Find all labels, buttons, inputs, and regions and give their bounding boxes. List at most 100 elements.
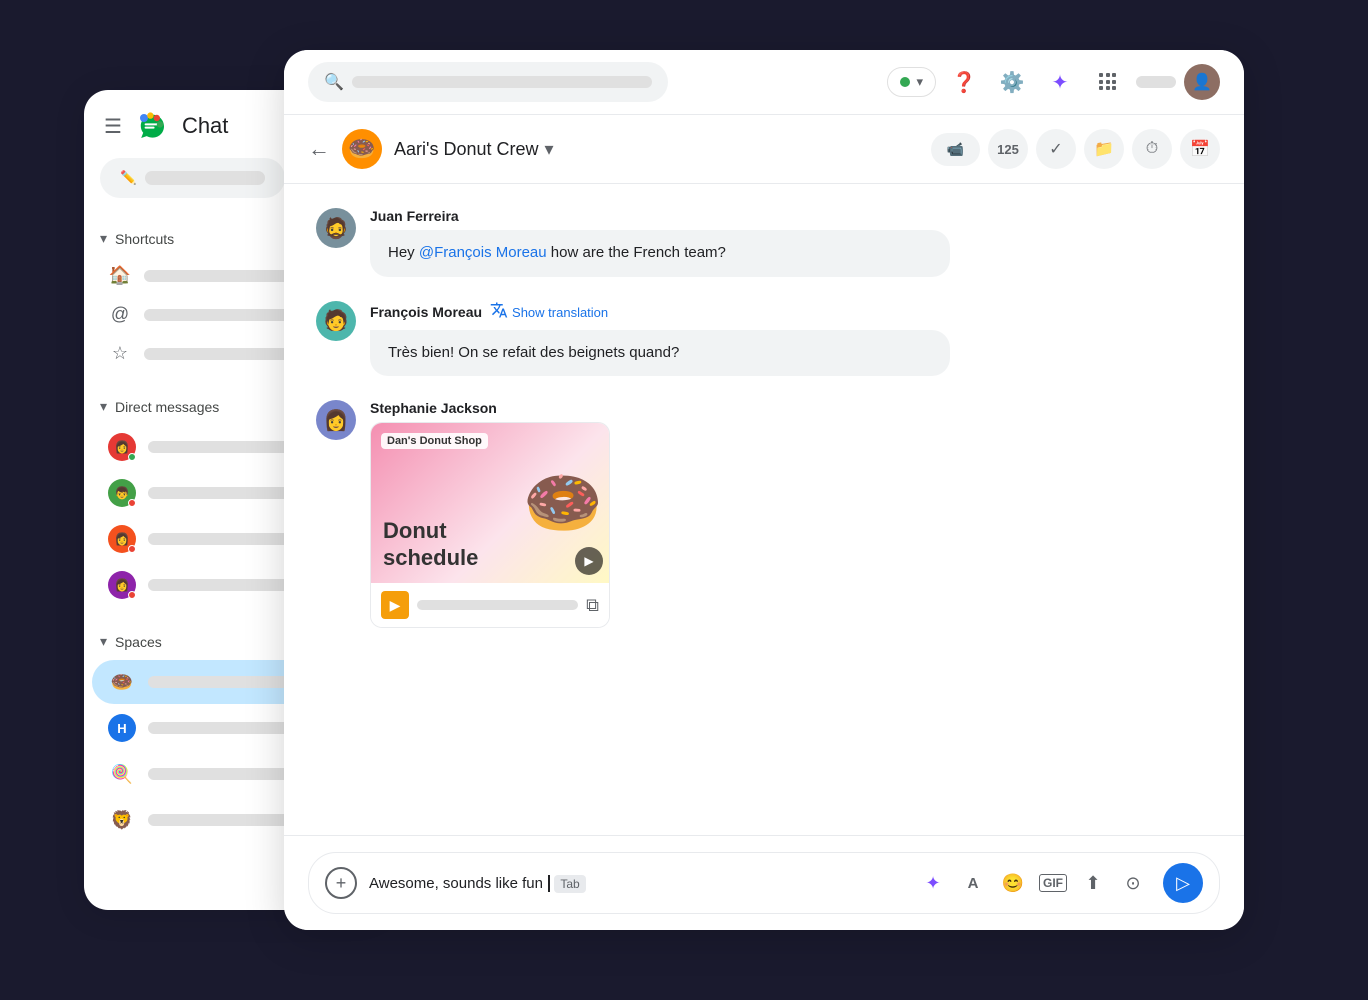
juan-sender-row: Juan Ferreira: [370, 208, 1212, 224]
video-call-button[interactable]: 📹: [931, 133, 980, 166]
stephanie-sender-row: Stephanie Jackson: [370, 400, 1212, 416]
chevron-down-icon: ▾: [916, 74, 923, 90]
format-text-button[interactable]: A: [955, 865, 991, 901]
more-options-button[interactable]: ⊙: [1115, 865, 1151, 901]
video-overlay-icon: ▶: [575, 547, 603, 575]
user-profile-avatar[interactable]: 👤: [1184, 64, 1220, 100]
messages-area: 🧔 Juan Ferreira Hey @François Moreau how…: [284, 184, 1244, 835]
francois-sender-name: François Moreau: [370, 304, 482, 320]
message-input[interactable]: Awesome, sounds like fun Tab: [369, 875, 903, 892]
upload-button[interactable]: ⬆: [1075, 865, 1111, 901]
donut-emoji-visual: 🍩: [523, 466, 603, 541]
ai-assist-button[interactable]: ✦: [915, 865, 951, 901]
spaces-title: Spaces: [115, 634, 162, 650]
card-title-line2: schedule: [383, 545, 478, 570]
gif-button[interactable]: GIF: [1035, 865, 1071, 901]
francois-message-content: François Moreau Show translation Très bi…: [370, 301, 1212, 377]
more-options-icon: ⊙: [1125, 873, 1140, 894]
back-button[interactable]: ←: [308, 136, 330, 162]
juan-sender-name: Juan Ferreira: [370, 208, 459, 224]
show-translation-button[interactable]: Show translation: [490, 301, 608, 324]
input-wrapper: + Awesome, sounds like fun Tab ✦ A 😊 GIF: [308, 852, 1220, 914]
help-icon: ❓: [952, 70, 977, 95]
search-box[interactable]: 🔍: [308, 62, 668, 102]
stephanie-sender-name: Stephanie Jackson: [370, 400, 497, 416]
card-play-icon[interactable]: ▶: [381, 591, 409, 619]
video-icon: 📹: [947, 141, 964, 158]
tasks-icon: ✓: [1049, 139, 1062, 159]
francois-message-bubble: Très bien! On se refait des beignets qua…: [370, 330, 950, 377]
card-footer: ▶ ⧉: [371, 583, 609, 627]
settings-button[interactable]: ⚙️: [992, 62, 1032, 102]
new-chat-icon: ✏️: [120, 170, 137, 186]
stephanie-message-content: Stephanie Jackson Dan's Donut Shop Donut…: [370, 400, 1212, 628]
members-icon: 125: [997, 142, 1019, 157]
juan-avatar: 🧔: [316, 208, 356, 248]
shop-label: Dan's Donut Shop: [381, 433, 488, 449]
home-icon: 🏠: [108, 265, 132, 286]
chat-header: ← 🍩 Aari's Donut Crew ▾ 📹 125 ✓ 📁 ⏱: [284, 115, 1244, 184]
gemini-button[interactable]: ✦: [1040, 62, 1080, 102]
francois-sender-row: François Moreau Show translation: [370, 301, 1212, 324]
francois-avatar-img: 🧑: [324, 308, 349, 333]
donut-card-image: Dan's Donut Shop Donut schedule 🍩 ▶: [371, 423, 610, 583]
group-name-chevron-icon[interactable]: ▾: [544, 139, 553, 160]
gif-icon: GIF: [1039, 874, 1067, 892]
dm-1-avatar: 👩: [108, 433, 136, 461]
mentions-icon: @: [108, 304, 132, 325]
chat-window: 🔍 ▾ ❓ ⚙️ ✦: [284, 50, 1244, 930]
francois-avatar: 🧑: [316, 301, 356, 341]
dm-1-status-dot: [128, 453, 136, 461]
status-button[interactable]: ▾: [887, 67, 936, 97]
search-bar-fill: [352, 76, 652, 88]
emoji-icon: 😊: [1002, 873, 1024, 894]
menu-icon[interactable]: ☰: [104, 114, 122, 139]
meetings-button[interactable]: ⏱: [1132, 129, 1172, 169]
apps-button[interactable]: [1088, 62, 1128, 102]
calendar-icon: 📅: [1190, 139, 1210, 159]
message-group-stephanie: 👩 Stephanie Jackson Dan's Donut Shop Don…: [316, 400, 1212, 628]
translate-icon: [490, 301, 508, 324]
tab-hint: Tab: [554, 875, 585, 893]
upload-icon: ⬆: [1085, 873, 1100, 894]
stephanie-avatar: 👩: [316, 400, 356, 440]
juan-message-content: Juan Ferreira Hey @François Moreau how a…: [370, 208, 1212, 277]
message-group-juan: 🧔 Juan Ferreira Hey @François Moreau how…: [316, 208, 1212, 277]
message-input-area: + Awesome, sounds like fun Tab ✦ A 😊 GIF: [284, 835, 1244, 930]
header-icons: ▾ ❓ ⚙️ ✦: [887, 62, 1220, 102]
input-text-content: Awesome, sounds like fun: [369, 875, 543, 892]
send-button[interactable]: ▷: [1163, 863, 1203, 903]
files-button[interactable]: 📁: [1084, 129, 1124, 169]
search-icon: 🔍: [324, 72, 344, 92]
sparkle-icon: ✦: [1052, 70, 1069, 95]
add-attachment-button[interactable]: +: [325, 867, 357, 899]
user-avatar-face: 👤: [1192, 72, 1212, 92]
settings-icon: ⚙️: [1000, 70, 1025, 95]
juan-message-bubble: Hey @François Moreau how are the French …: [370, 230, 950, 277]
members-button[interactable]: 125: [988, 129, 1028, 169]
dm-2-avatar: 👦: [108, 479, 136, 507]
dm-4-avatar: 👩: [108, 571, 136, 599]
donut-card: Dan's Donut Shop Donut schedule 🍩 ▶: [370, 422, 610, 628]
help-button[interactable]: ❓: [944, 62, 984, 102]
dm-chevron-icon: ▾: [100, 398, 107, 415]
space-candy-icon: 🍭: [108, 760, 136, 788]
new-chat-label-bar: [145, 171, 265, 185]
copy-button[interactable]: ⧉: [586, 595, 599, 616]
message-group-francois: 🧑 François Moreau Show translation: [316, 301, 1212, 377]
francois-message-text: Très bien! On se refait des beignets qua…: [388, 344, 679, 361]
tasks-button[interactable]: ✓: [1036, 129, 1076, 169]
app-logo: [136, 110, 168, 142]
emoji-button[interactable]: 😊: [995, 865, 1031, 901]
apps-grid-icon: [1099, 73, 1117, 91]
space-lion-icon: 🦁: [108, 806, 136, 834]
calendar-button[interactable]: 📅: [1180, 129, 1220, 169]
dm-title: Direct messages: [115, 399, 219, 415]
stephanie-avatar-img: 👩: [324, 408, 349, 433]
new-chat-button[interactable]: ✏️: [100, 158, 285, 198]
format-text-icon: A: [968, 875, 979, 892]
status-green-dot: [900, 77, 910, 87]
group-avatar: 🍩: [342, 129, 382, 169]
donut-emoji-icon: 🍩: [523, 467, 603, 539]
shortcuts-title: Shortcuts: [115, 231, 174, 247]
